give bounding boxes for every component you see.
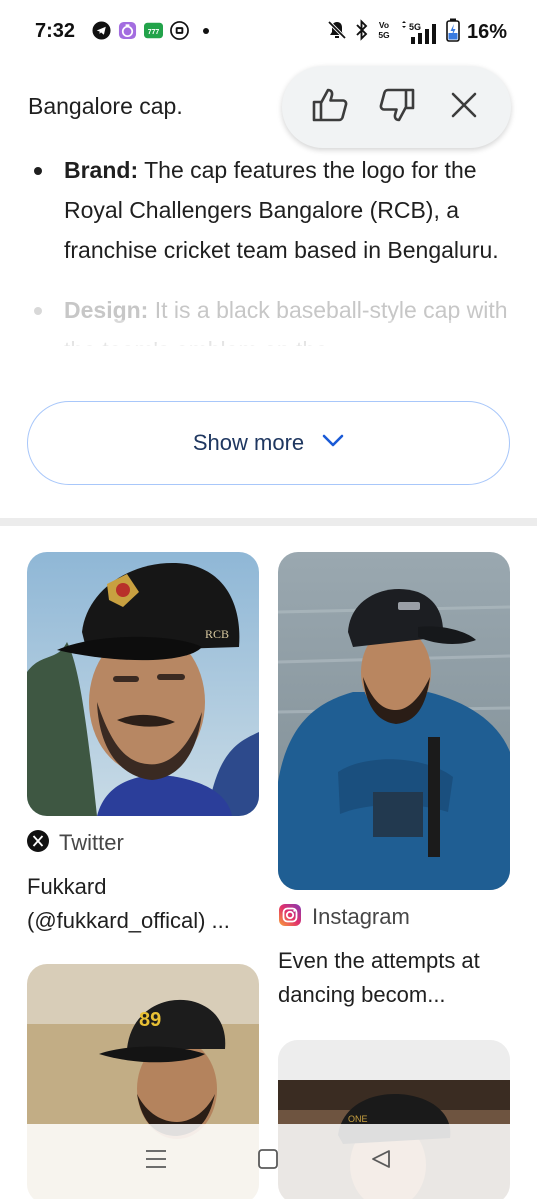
close-feedback-button[interactable] [440,83,488,131]
image-result-card[interactable]: RCB Twitter Fukkard (@fukkard_offical) .… [27,552,259,938]
thumbs-down-button[interactable] [373,83,421,131]
status-time: 7:32 [35,20,76,42]
battery-icon [446,18,460,47]
close-icon [451,92,477,123]
show-more-label: Show more [192,430,305,455]
thumbs-down-icon [378,87,416,128]
telegram-icon [92,21,111,40]
svg-text:Vo: Vo [379,20,389,30]
svg-text:5G: 5G [378,30,390,40]
app-777-icon: 777 [144,21,163,40]
show-more-button[interactable]: Show more [27,401,510,485]
bullet-dot [34,307,42,315]
image-result-card[interactable]: Instagram Even the attempts at dancing b… [278,552,510,1012]
home-square-icon [257,1148,279,1175]
more-notifications-dot-icon [196,21,215,40]
recents-button[interactable] [134,1140,178,1184]
back-triangle-icon [370,1148,392,1175]
result-thumbnail[interactable] [278,552,510,890]
cap-number-text: 89 [139,1009,161,1031]
timer-icon [118,21,137,40]
system-icons: Vo 5G 5G 16% [326,18,507,47]
bluetooth-icon [355,19,369,46]
feedback-toolbar [282,66,511,148]
status-bar: 7:32 777 Vo 5G 5G 16% [0,0,537,62]
instagram-icon [278,903,302,932]
volte-icon: Vo 5G [376,19,392,46]
svg-text:5G: 5G [409,22,421,32]
source-name: Twitter [59,830,124,855]
bullet-dot [34,167,42,175]
result-thumbnail[interactable]: RCB [27,552,259,816]
media-icon [170,21,189,40]
source-name: Instagram [312,904,410,929]
result-caption[interactable]: Even the attempts at dancing becom... [278,944,510,1012]
section-divider [0,518,537,526]
overview-bullets: Brand: The cap features the logo for the… [28,150,518,346]
bullet-label: Brand: [64,157,139,183]
signal-5g-icon: 5G [399,20,439,45]
chevron-down-icon [322,434,344,453]
menu-lines-icon [145,1149,167,1174]
thumbs-up-button[interactable] [306,83,354,131]
x-twitter-icon [27,829,49,857]
bullet-brand: Brand: The cap features the logo for the… [28,150,518,270]
mute-bell-icon [326,19,348,46]
result-caption[interactable]: Fukkard (@fukkard_offical) ... [27,870,259,938]
battery-percent: 16% [466,21,507,43]
cap-logo-text: RCB [205,627,229,641]
svg-text:777: 777 [148,29,160,36]
result-source: Instagram [278,902,510,932]
back-button[interactable] [359,1140,403,1184]
cap-logo-text: ONE [348,1114,368,1124]
home-button[interactable] [246,1140,290,1184]
result-source: Twitter [27,828,259,858]
thumbs-up-icon [311,87,349,128]
system-navigation-bar [0,1124,537,1199]
notification-icons: 777 [92,21,215,40]
